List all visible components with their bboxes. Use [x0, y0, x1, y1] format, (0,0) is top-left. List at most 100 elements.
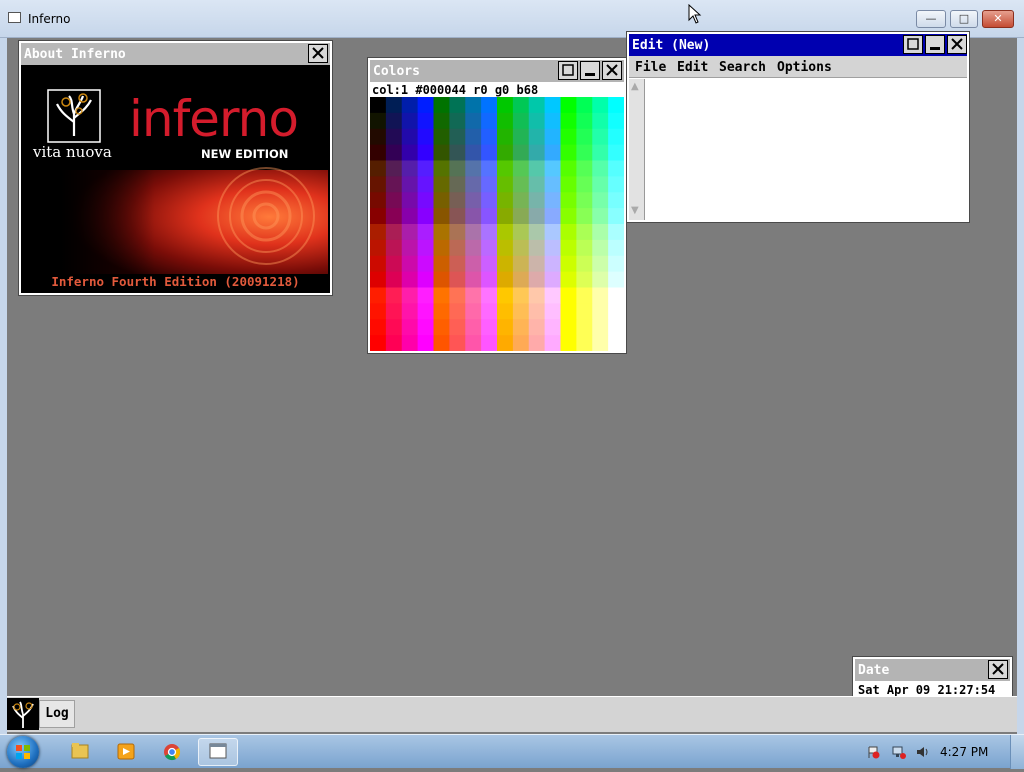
color-swatch[interactable] — [465, 224, 482, 241]
color-swatch[interactable] — [497, 239, 514, 257]
color-swatch[interactable] — [449, 255, 466, 273]
color-swatch[interactable] — [465, 335, 482, 351]
color-swatch[interactable] — [465, 112, 482, 130]
colors-minimize-button[interactable] — [580, 61, 600, 80]
color-swatch[interactable] — [481, 224, 498, 241]
color-swatch[interactable] — [481, 335, 498, 351]
color-swatch[interactable] — [544, 144, 562, 162]
color-swatch[interactable] — [449, 224, 466, 241]
color-swatch[interactable] — [544, 128, 562, 146]
color-swatch[interactable] — [512, 239, 530, 257]
color-swatch[interactable] — [385, 176, 403, 193]
color-swatch[interactable] — [497, 208, 514, 225]
color-swatch[interactable] — [417, 303, 435, 320]
color-swatch[interactable] — [370, 97, 387, 114]
color-swatch[interactable] — [512, 176, 530, 193]
volume-icon[interactable] — [916, 745, 930, 759]
color-swatch[interactable] — [449, 160, 466, 177]
color-swatch[interactable] — [608, 287, 624, 304]
color-swatch[interactable] — [608, 192, 624, 209]
color-swatch[interactable] — [576, 303, 593, 320]
edit-close-button[interactable] — [947, 35, 967, 54]
color-swatch[interactable] — [465, 287, 482, 304]
color-swatch[interactable] — [497, 224, 514, 241]
color-swatch[interactable] — [385, 128, 403, 146]
taskbar-inferno[interactable] — [198, 738, 238, 766]
color-swatch[interactable] — [370, 255, 387, 273]
color-swatch[interactable] — [385, 160, 403, 177]
color-swatch[interactable] — [497, 192, 514, 209]
color-swatch[interactable] — [544, 224, 562, 241]
color-swatch[interactable] — [481, 303, 498, 320]
color-swatch[interactable] — [481, 255, 498, 273]
color-swatch[interactable] — [465, 319, 482, 336]
color-swatch[interactable] — [544, 319, 562, 336]
color-swatch[interactable] — [528, 128, 546, 146]
color-swatch[interactable] — [433, 255, 450, 273]
color-swatch[interactable] — [512, 335, 530, 351]
edit-scrollbar[interactable]: ▲ ▼ — [629, 79, 645, 220]
color-swatch[interactable] — [528, 319, 546, 336]
color-swatch[interactable] — [544, 239, 562, 257]
color-swatch[interactable] — [608, 271, 624, 289]
color-swatch[interactable] — [497, 97, 514, 114]
color-swatch[interactable] — [465, 208, 482, 225]
color-swatch[interactable] — [370, 112, 387, 130]
color-swatch[interactable] — [576, 97, 593, 114]
color-swatch[interactable] — [592, 319, 609, 336]
color-swatch[interactable] — [528, 192, 546, 209]
edit-window[interactable]: Edit (New) File Edit Search Options ▲ ▼ — [626, 31, 970, 223]
color-swatch[interactable] — [592, 239, 609, 257]
color-swatch[interactable] — [465, 255, 482, 273]
color-swatch[interactable] — [433, 144, 450, 162]
color-swatch[interactable] — [528, 224, 546, 241]
color-swatch[interactable] — [385, 319, 403, 336]
color-swatch[interactable] — [449, 335, 466, 351]
color-swatch[interactable] — [401, 303, 419, 320]
color-swatch[interactable] — [528, 176, 546, 193]
color-swatch[interactable] — [433, 224, 450, 241]
color-swatch[interactable] — [544, 255, 562, 273]
color-swatch[interactable] — [417, 255, 435, 273]
color-swatch[interactable] — [576, 192, 593, 209]
color-swatch[interactable] — [576, 160, 593, 177]
color-swatch[interactable] — [401, 224, 419, 241]
minimize-button[interactable]: — — [916, 10, 946, 28]
color-swatch[interactable] — [385, 208, 403, 225]
color-swatch[interactable] — [370, 224, 387, 241]
color-swatch[interactable] — [417, 319, 435, 336]
color-swatch[interactable] — [512, 208, 530, 225]
color-swatch[interactable] — [449, 208, 466, 225]
color-swatch[interactable] — [528, 271, 546, 289]
color-swatch[interactable] — [370, 287, 387, 304]
color-swatch[interactable] — [465, 97, 482, 114]
color-swatch[interactable] — [497, 112, 514, 130]
color-swatch[interactable] — [512, 224, 530, 241]
color-swatch[interactable] — [433, 97, 450, 114]
color-swatch[interactable] — [560, 128, 577, 146]
color-swatch[interactable] — [497, 271, 514, 289]
color-swatch[interactable] — [592, 255, 609, 273]
color-swatch[interactable] — [608, 112, 624, 130]
color-swatch[interactable] — [544, 287, 562, 304]
color-swatch[interactable] — [370, 144, 387, 162]
color-swatch[interactable] — [385, 271, 403, 289]
color-swatch[interactable] — [544, 97, 562, 114]
color-swatch[interactable] — [512, 112, 530, 130]
color-swatch[interactable] — [592, 97, 609, 114]
color-swatch[interactable] — [544, 208, 562, 225]
color-swatch[interactable] — [385, 287, 403, 304]
color-swatch[interactable] — [417, 128, 435, 146]
color-swatch[interactable] — [576, 176, 593, 193]
color-swatch[interactable] — [576, 208, 593, 225]
color-swatch[interactable] — [417, 112, 435, 130]
color-swatch[interactable] — [576, 287, 593, 304]
color-swatch[interactable] — [417, 97, 435, 114]
color-swatch[interactable] — [449, 239, 466, 257]
scroll-up-arrow-icon[interactable]: ▲ — [631, 81, 639, 92]
color-swatch[interactable] — [433, 287, 450, 304]
color-swatch[interactable] — [592, 303, 609, 320]
color-swatch[interactable] — [449, 271, 466, 289]
color-swatch[interactable] — [592, 192, 609, 209]
color-swatch[interactable] — [592, 271, 609, 289]
